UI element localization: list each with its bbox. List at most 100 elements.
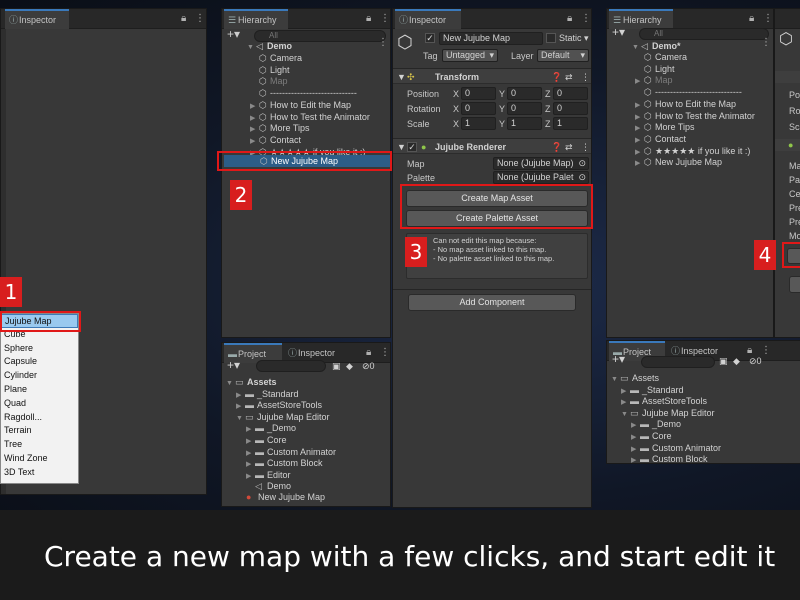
- menu-item[interactable]: 3D Text: [1, 466, 78, 480]
- label-tag-icon[interactable]: ◆: [733, 355, 740, 367]
- hidden-packages-eye-icon[interactable]: ⊘0: [749, 355, 762, 367]
- menu-item[interactable]: Capsule: [1, 355, 78, 369]
- foldout-arrow-icon[interactable]: ▼: [397, 141, 406, 153]
- project-tree-item[interactable]: ▼ ▭ Assets: [226, 376, 277, 388]
- hierarchy-item[interactable]: ⬡ Light: [644, 63, 675, 75]
- button-fragment[interactable]: [789, 276, 800, 293]
- expand-arrow-icon[interactable]: ▶: [635, 158, 644, 170]
- transform-y-field[interactable]: 0: [507, 102, 542, 115]
- kebab-menu-icon[interactable]: ⋮: [761, 341, 771, 361]
- scene-root[interactable]: ▼ ◁ Demo: [247, 40, 292, 52]
- hierarchy-item[interactable]: ▶ ⬡ Contact: [250, 134, 301, 146]
- project-tree-item[interactable]: ▶ ▬ AssetStoreTools: [236, 399, 322, 411]
- project-tree-item[interactable]: ▶ ▬ _Demo: [246, 422, 296, 434]
- hierarchy-item[interactable]: ▶ ⬡ How to Test the Animator: [250, 111, 370, 123]
- project-tree-item[interactable]: ▼ ▭ Jujube Map Editor: [621, 407, 715, 419]
- hierarchy-item[interactable]: ⬡ -----------------------------: [644, 86, 742, 98]
- menu-item[interactable]: Wind Zone: [1, 452, 78, 466]
- add-component-button[interactable]: Add Component: [408, 294, 576, 311]
- tag-dropdown[interactable]: Untagged ▾: [442, 49, 498, 62]
- map-object-field[interactable]: None (Jujube Map) ⊙: [493, 157, 589, 170]
- project-tree-item[interactable]: ▶ ▬ Core: [246, 434, 287, 446]
- transform-z-field[interactable]: 0: [553, 87, 588, 100]
- help-icon[interactable]: ❓: [551, 141, 562, 153]
- lock-icon[interactable]: 🔒︎: [749, 9, 754, 29]
- hierarchy-item[interactable]: ▶ ⬡ How to Edit the Map: [635, 98, 736, 110]
- transform-x-field[interactable]: 0: [461, 87, 496, 100]
- expand-arrow-icon[interactable]: ▶: [635, 76, 644, 88]
- project-search-input[interactable]: [256, 360, 326, 372]
- hierarchy-item[interactable]: ▶ ⬡ How to Test the Animator: [635, 110, 755, 122]
- hierarchy-item[interactable]: ⬡ Camera: [259, 52, 302, 64]
- label-tag-icon[interactable]: ◆: [346, 360, 353, 372]
- static-checkbox[interactable]: [546, 33, 556, 43]
- hidden-packages-eye-icon[interactable]: ⊘0: [362, 360, 375, 372]
- static-dropdown[interactable]: Static ▾: [559, 32, 589, 44]
- project-tree-item[interactable]: ▶ ▬ _Standard: [621, 384, 684, 396]
- kebab-menu-icon[interactable]: ⋮: [380, 343, 390, 363]
- menu-item[interactable]: Terrain: [1, 424, 78, 438]
- hierarchy-item[interactable]: ▶ ⬡ ★★★★★ if you like it :): [635, 145, 750, 157]
- transform-x-field[interactable]: 0: [461, 102, 496, 115]
- presets-icon[interactable]: ⇄: [565, 71, 573, 83]
- hierarchy-search-input[interactable]: All: [639, 28, 769, 40]
- hierarchy-item[interactable]: ▶ ⬡ More Tips: [250, 122, 310, 134]
- expand-arrow-icon[interactable]: ▼: [247, 42, 256, 54]
- object-name-field[interactable]: New Jujube Map: [439, 32, 543, 45]
- hierarchy-item[interactable]: ▶ ⬡ Map: [635, 74, 673, 86]
- tab-inspector[interactable]: ⓘInspector: [5, 9, 69, 29]
- collapse-arrow-icon[interactable]: ▼: [621, 409, 630, 421]
- collapse-arrow-icon[interactable]: ▼: [226, 378, 235, 390]
- active-checkbox[interactable]: ✓: [425, 33, 435, 43]
- project-create-button[interactable]: +▾: [612, 353, 625, 365]
- project-tree-item[interactable]: ▶ ▬ Custom Animator: [631, 442, 721, 454]
- collapse-arrow-icon[interactable]: ▼: [236, 413, 245, 425]
- project-tree-item[interactable]: ▼ ▭ Jujube Map Editor: [236, 411, 330, 423]
- component-kebab-icon[interactable]: ⋮: [581, 71, 590, 83]
- create-plus-button[interactable]: +▾: [227, 28, 240, 40]
- hierarchy-item[interactable]: ▶ ⬡ New Jujube Map: [635, 156, 722, 168]
- menu-item[interactable]: Quad: [1, 397, 78, 411]
- help-icon[interactable]: ❓: [551, 71, 562, 83]
- component-kebab-icon[interactable]: ⋮: [581, 141, 590, 153]
- project-tree-item[interactable]: ▶ ▬ _Standard: [236, 388, 299, 400]
- lock-icon[interactable]: 🔒︎: [366, 9, 371, 29]
- hierarchy-item[interactable]: ⬡ -----------------------------: [259, 87, 357, 99]
- kebab-menu-icon[interactable]: ⋮: [380, 9, 390, 29]
- project-item-new-jujube-map[interactable]: ● New Jujube Map: [246, 491, 325, 503]
- lock-icon[interactable]: 🔒︎: [567, 9, 572, 29]
- menu-item[interactable]: Plane: [1, 383, 78, 397]
- kebab-menu-icon[interactable]: ⋮: [581, 9, 591, 29]
- kebab-menu-icon[interactable]: ⋮: [763, 9, 773, 29]
- transform-y-field[interactable]: 0: [507, 87, 542, 100]
- hierarchy-item[interactable]: ▶ ⬡ Contact: [635, 133, 686, 145]
- project-tree-item[interactable]: ▶ ▬ Custom Animator: [246, 446, 336, 458]
- hierarchy-item[interactable]: ▶ ⬡ How to Edit the Map: [250, 99, 351, 111]
- transform-y-field[interactable]: 1: [507, 117, 542, 130]
- palette-object-field[interactable]: None (Jujube Palet ⊙: [493, 171, 589, 184]
- project-tree-item[interactable]: ▼ ▭ Assets: [611, 372, 659, 384]
- presets-icon[interactable]: ⇄: [565, 141, 573, 153]
- menu-item[interactable]: Tree: [1, 438, 78, 452]
- project-search-input[interactable]: [641, 356, 715, 368]
- object-picker-icon[interactable]: ⊙: [578, 172, 586, 183]
- menu-item[interactable]: Cylinder: [1, 369, 78, 383]
- transform-z-field[interactable]: 1: [553, 117, 588, 130]
- expand-arrow-icon[interactable]: ▶: [631, 455, 640, 463]
- tab-hierarchy[interactable]: ☰ Hierarchy: [224, 9, 288, 29]
- expand-arrow-icon[interactable]: ▼: [632, 42, 641, 54]
- menu-item[interactable]: Ragdoll...: [1, 411, 78, 425]
- project-tree-item[interactable]: ▶ ▬ AssetStoreTools: [621, 395, 707, 407]
- transform-z-field[interactable]: 0: [553, 102, 588, 115]
- create-plus-button[interactable]: +▾: [612, 26, 625, 38]
- project-tree-item[interactable]: ▶ ▬ _Demo: [631, 418, 681, 430]
- object-picker-icon[interactable]: ⊙: [578, 158, 586, 169]
- transform-x-field[interactable]: 1: [461, 117, 496, 130]
- scene-kebab-icon[interactable]: ⋮: [761, 37, 771, 49]
- renderer-header[interactable]: ▼ ✓ ● Jujube Renderer ❓ ⇄ ⋮: [393, 138, 591, 154]
- project-tree-item[interactable]: ▶ ▬ Custom Block: [631, 453, 708, 463]
- project-tree-item[interactable]: ▶ ▬ Custom Block: [246, 457, 323, 469]
- project-tree-item[interactable]: ▶ ▬ Editor: [246, 469, 291, 481]
- menu-item[interactable]: Sphere: [1, 342, 78, 356]
- project-create-button[interactable]: +▾: [227, 359, 240, 371]
